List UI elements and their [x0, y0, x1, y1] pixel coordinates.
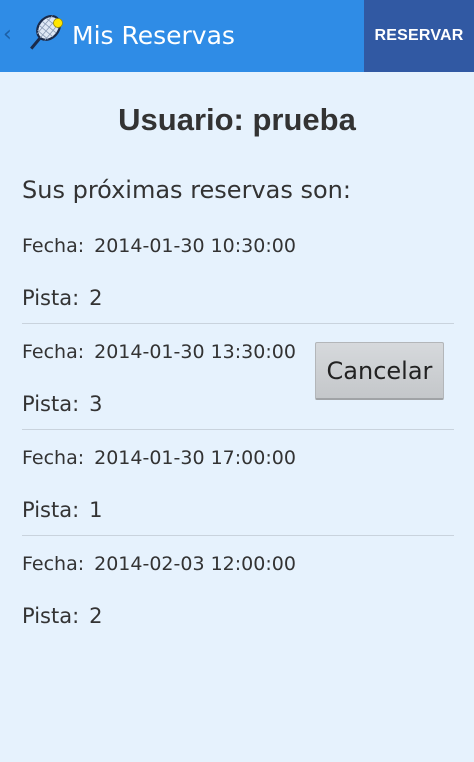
- pista-label: Pista:: [22, 392, 80, 416]
- fecha-label: Fecha:: [22, 235, 85, 257]
- fecha-value: 2014-01-30 13:30:00: [94, 341, 296, 363]
- pista-row: Pista: 1: [22, 497, 103, 523]
- reservations-list: Fecha: 2014-01-30 10:30:00 Pista: 2 Fecha:…: [0, 218, 474, 642]
- list-item[interactable]: Fecha: 2014-02-03 12:00:00 Pista: 2: [0, 536, 474, 642]
- tennis-racket-icon: [30, 15, 63, 50]
- screen-title: Mis Reservas: [72, 21, 235, 50]
- reservar-button[interactable]: RESERVAR: [364, 0, 474, 72]
- pista-row: Pista: 2: [22, 285, 103, 311]
- up-caret-icon: ‹: [3, 22, 12, 47]
- pista-label: Pista:: [22, 604, 80, 628]
- fecha-label: Fecha:: [22, 447, 85, 469]
- user-heading: Usuario: prueba: [118, 102, 356, 137]
- cancel-button[interactable]: Cancelar: [315, 342, 444, 400]
- pista-value: 2: [89, 604, 103, 628]
- fecha-row: Fecha: 2014-01-30 13:30:00: [22, 340, 296, 364]
- fecha-value: 2014-01-30 17:00:00: [94, 447, 296, 469]
- fecha-label: Fecha:: [22, 341, 85, 363]
- action-bar: ‹ Mis Reservas RESERVAR: [0, 0, 474, 72]
- fecha-row: Fecha: 2014-02-03 12:00:00: [22, 552, 296, 576]
- fecha-row: Fecha: 2014-01-30 17:00:00: [22, 446, 296, 470]
- reservations-subtitle: Sus próximas reservas son:: [22, 176, 351, 204]
- list-item[interactable]: Fecha: 2014-01-30 17:00:00 Pista: 1: [0, 430, 474, 536]
- pista-label: Pista:: [22, 286, 80, 310]
- pista-row: Pista: 2: [22, 603, 103, 629]
- pista-value: 3: [89, 392, 103, 416]
- pista-value: 1: [89, 498, 103, 522]
- pista-label: Pista:: [22, 498, 80, 522]
- home-up-button[interactable]: ‹ Mis Reservas: [0, 0, 364, 72]
- fecha-value: 2014-01-30 10:30:00: [94, 235, 296, 257]
- fecha-label: Fecha:: [22, 553, 85, 575]
- fecha-value: 2014-02-03 12:00:00: [94, 553, 296, 575]
- list-item[interactable]: Fecha: 2014-01-30 10:30:00 Pista: 2: [0, 218, 474, 324]
- pista-value: 2: [89, 286, 103, 310]
- fecha-row: Fecha: 2014-01-30 10:30:00: [22, 234, 296, 258]
- pista-row: Pista: 3: [22, 391, 103, 417]
